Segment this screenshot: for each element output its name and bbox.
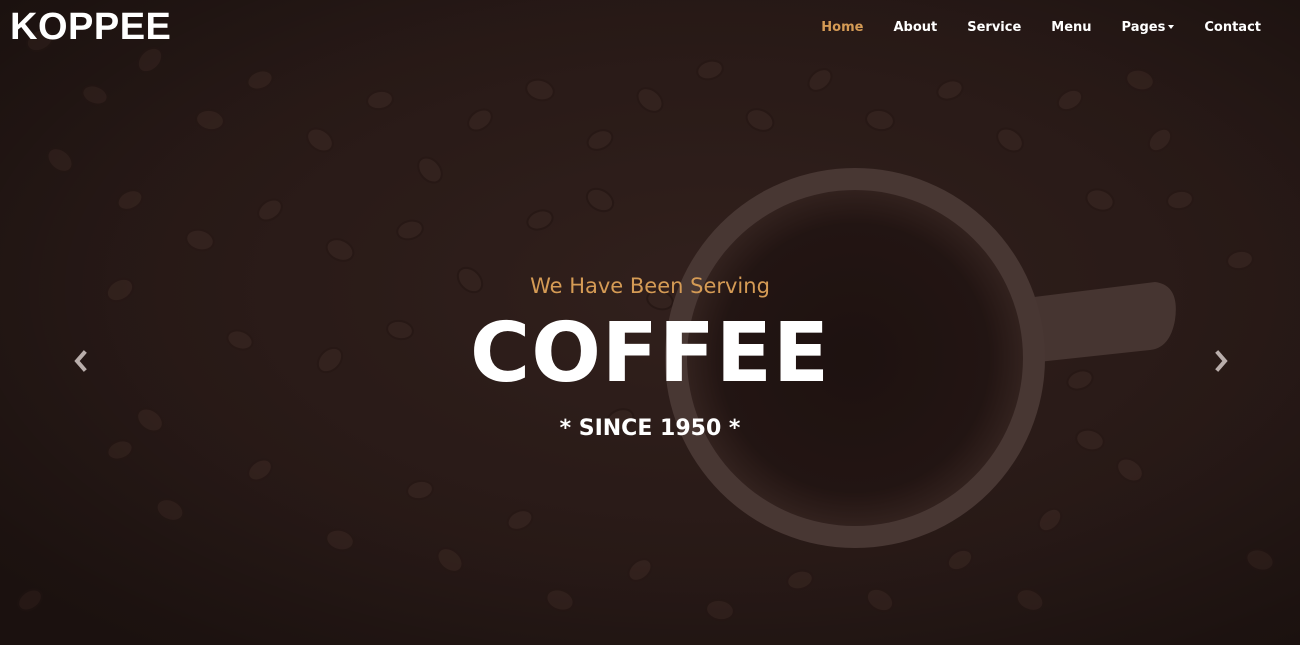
nav-item-about[interactable]: About <box>878 19 952 37</box>
carousel-next-button[interactable] <box>1206 346 1236 376</box>
carousel-caption: We Have Been Serving COFFEE * SINCE 1950… <box>0 268 1300 444</box>
hero-headline: COFFEE <box>470 306 830 401</box>
chevron-right-icon <box>1215 350 1228 372</box>
nav-item-service[interactable]: Service <box>952 19 1036 37</box>
hero-subheadline: * SINCE 1950 * <box>559 416 741 441</box>
caret-down-icon <box>1168 25 1175 29</box>
nav-item-pages[interactable]: Pages <box>1107 19 1190 37</box>
brand-logo[interactable]: KOPPEE <box>10 6 171 48</box>
hero-carousel: KOPPEE Home About Service Menu Pages Con… <box>0 0 1300 645</box>
navbar: KOPPEE Home About Service Menu Pages Con… <box>0 0 1300 56</box>
nav-item-menu[interactable]: Menu <box>1036 19 1106 37</box>
chevron-left-icon <box>74 350 87 372</box>
nav-item-contact[interactable]: Contact <box>1189 19 1276 37</box>
nav-menu: Home About Service Menu Pages Contact <box>806 18 1276 37</box>
hero-kicker: We Have Been Serving <box>530 274 770 298</box>
nav-item-home[interactable]: Home <box>806 19 878 37</box>
carousel-prev-button[interactable] <box>66 346 96 376</box>
nav-item-pages-label: Pages <box>1121 20 1166 35</box>
